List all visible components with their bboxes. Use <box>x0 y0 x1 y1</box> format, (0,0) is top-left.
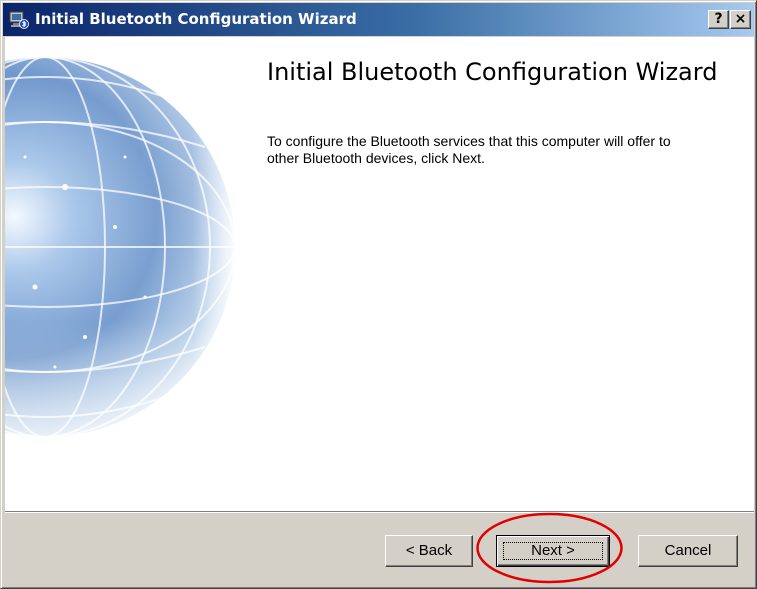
next-button-label: Next > <box>531 542 575 559</box>
window-title: Initial Bluetooth Configuration Wizard <box>35 10 357 28</box>
close-button[interactable]: × <box>730 10 751 29</box>
bluetooth-computer-icon <box>9 11 29 29</box>
next-button[interactable]: Next > <box>496 535 610 567</box>
title-bar[interactable]: Initial Bluetooth Configuration Wizard ?… <box>3 3 754 36</box>
globe-illustration <box>5 37 240 511</box>
wizard-heading: Initial Bluetooth Configuration Wizard <box>267 58 718 86</box>
wizard-content: Initial Bluetooth Configuration Wizard T… <box>5 37 754 511</box>
back-button[interactable]: < Back <box>385 535 473 567</box>
wizard-window: Initial Bluetooth Configuration Wizard ?… <box>0 0 757 589</box>
button-separator <box>5 511 754 513</box>
help-button[interactable]: ? <box>708 10 729 29</box>
wizard-description: To configure the Bluetooth services that… <box>267 133 671 166</box>
cancel-button[interactable]: Cancel <box>638 535 738 567</box>
